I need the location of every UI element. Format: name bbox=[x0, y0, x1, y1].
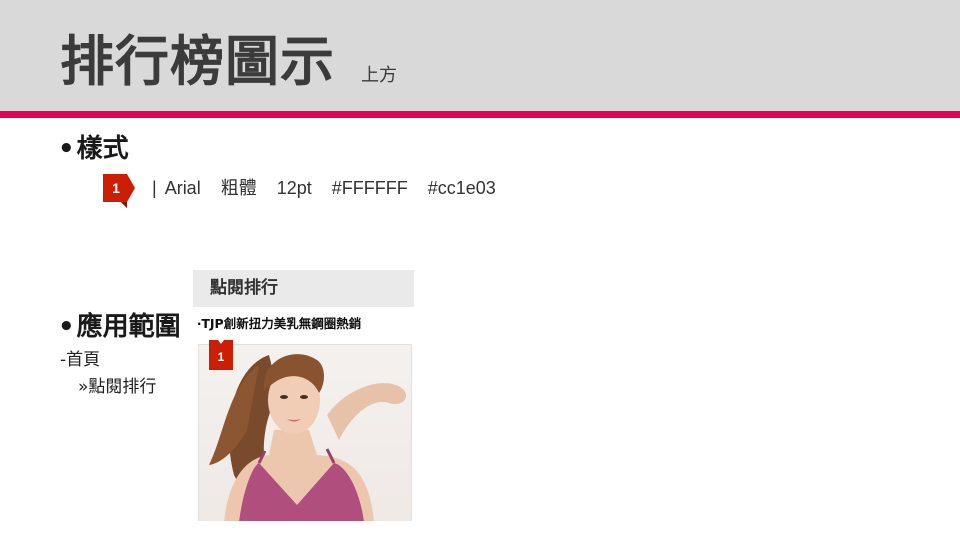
header-accent-rule bbox=[0, 111, 960, 118]
preview-header-label: 點閱排行 bbox=[210, 278, 278, 298]
scope-heading-label: 應用範圍 bbox=[76, 312, 181, 342]
scope-heading: •應用範圍 bbox=[58, 312, 181, 342]
rank-badge-number: 1 bbox=[112, 180, 120, 196]
slide-subtitle: 上方 bbox=[361, 65, 397, 86]
scope-sub-item: »點閱排行 bbox=[78, 377, 157, 397]
spec-separator: | bbox=[152, 178, 157, 198]
scope-item: -首頁 bbox=[60, 350, 101, 370]
style-heading: •樣式 bbox=[58, 134, 129, 164]
preview-rank-badge-icon: 1 bbox=[209, 340, 233, 370]
spec-font: Arial bbox=[164, 178, 201, 198]
style-heading-label: 樣式 bbox=[76, 134, 129, 164]
spec-size: 12pt bbox=[276, 178, 312, 198]
spec-bg-color: #cc1e03 bbox=[427, 178, 496, 198]
style-spec-line: | Arial 粗體 12pt #FFFFFF #cc1e03 bbox=[152, 176, 516, 200]
preview-rank-number: 1 bbox=[218, 350, 225, 364]
preview-product-title: ‧TJP創新扭力美乳無鋼圈熱銷 bbox=[197, 316, 362, 331]
bullet-dot: • bbox=[58, 134, 75, 164]
rank-badge-icon: 1 bbox=[103, 174, 135, 208]
ranking-preview: 點閱排行 ‧TJP創新扭力美乳無鋼圈熱銷 1 bbox=[193, 270, 414, 521]
preview-header: 點閱排行 bbox=[193, 270, 414, 307]
spec-weight: 粗體 bbox=[220, 178, 257, 198]
bullet-dot: • bbox=[58, 312, 75, 342]
slide-title: 排行榜圖示 bbox=[60, 30, 335, 93]
spec-text-color: #FFFFFF bbox=[331, 178, 408, 198]
